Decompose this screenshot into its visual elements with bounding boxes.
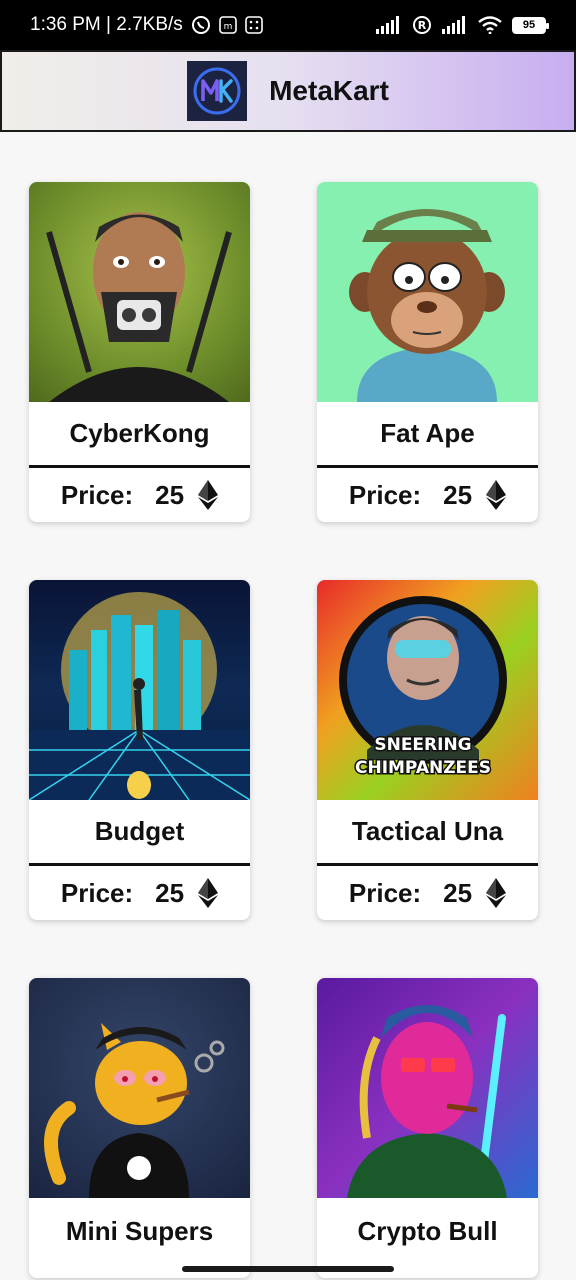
nft-image-crypto-bull — [317, 978, 538, 1198]
nft-name: Crypto Bull — [357, 1215, 498, 1246]
app-title: MetaKart — [269, 75, 389, 106]
nft-name: Fat Ape — [317, 402, 538, 468]
nft-image-budget — [29, 580, 250, 800]
price-label: Price: — [348, 479, 422, 510]
nft-name: CyberKong — [29, 402, 250, 468]
price-value: 25 — [155, 479, 185, 510]
nft-name: Tactical Una — [317, 800, 538, 866]
metakart-logo — [187, 61, 248, 121]
battery-icon: 95 — [512, 16, 549, 34]
nft-card-fat-ape[interactable]: Fat Ape Price: 25 — [317, 182, 538, 522]
status-time: 1:36 PM | 2.7KB/s — [30, 14, 183, 35]
grid-app-icon — [244, 16, 263, 34]
wifi-icon — [478, 16, 502, 34]
whatsapp-icon — [191, 15, 211, 35]
svg-text:m: m — [223, 22, 232, 32]
app-header: MetaKart — [0, 50, 576, 132]
nft-card-tactical-una[interactable]: SNEERING CHIMPANZEES Tactical Una Price:… — [317, 580, 538, 920]
signal-icon-2 — [442, 16, 468, 34]
status-left: 1:36 PM | 2.7KB/s m — [30, 14, 263, 36]
nft-image-fat-ape — [317, 182, 538, 402]
nft-card-cyberkong[interactable]: CyberKong Price: 25 — [29, 182, 250, 522]
price-label: Price: — [348, 877, 422, 908]
registered-icon: R — [412, 15, 432, 35]
status-bar: 1:36 PM | 2.7KB/s m R 95 — [0, 0, 576, 50]
ethereum-icon — [486, 878, 507, 908]
nft-image-cyberkong — [29, 182, 250, 402]
badge-text-line2: CHIMPANZEES — [355, 758, 491, 778]
signal-icon — [376, 16, 402, 34]
nft-price-row: Price: 25 — [317, 468, 538, 522]
ethereum-icon — [486, 480, 507, 510]
nft-card-budget[interactable]: Budget Price: 25 — [29, 580, 250, 920]
price-label: Price: — [60, 479, 134, 510]
home-indicator[interactable] — [182, 1266, 394, 1272]
nft-price-row: Price: 25 — [29, 468, 250, 522]
price-value: 25 — [155, 877, 185, 908]
price-label: Price: — [60, 877, 134, 908]
svg-text:R: R — [418, 19, 427, 32]
badge-text-line1: SNEERING — [374, 735, 471, 755]
nft-image-tactical-una: SNEERING CHIMPANZEES — [317, 580, 538, 800]
price-value: 25 — [443, 877, 473, 908]
nft-name: Mini Supers — [65, 1215, 214, 1246]
nft-name: Budget — [29, 800, 250, 866]
nft-price-row: Price: 25 — [29, 866, 250, 920]
nft-price-row: Price: 25 — [317, 866, 538, 920]
nft-card-crypto-bull[interactable]: Crypto Bull — [317, 978, 538, 1278]
status-right: R 95 — [376, 15, 549, 35]
nft-card-mini-supers[interactable]: Mini Supers — [29, 978, 250, 1278]
price-value: 25 — [443, 479, 473, 510]
mi-icon: m — [218, 16, 237, 34]
ethereum-icon — [198, 480, 219, 510]
nft-image-mini-supers — [29, 978, 250, 1198]
ethereum-icon — [198, 878, 219, 908]
